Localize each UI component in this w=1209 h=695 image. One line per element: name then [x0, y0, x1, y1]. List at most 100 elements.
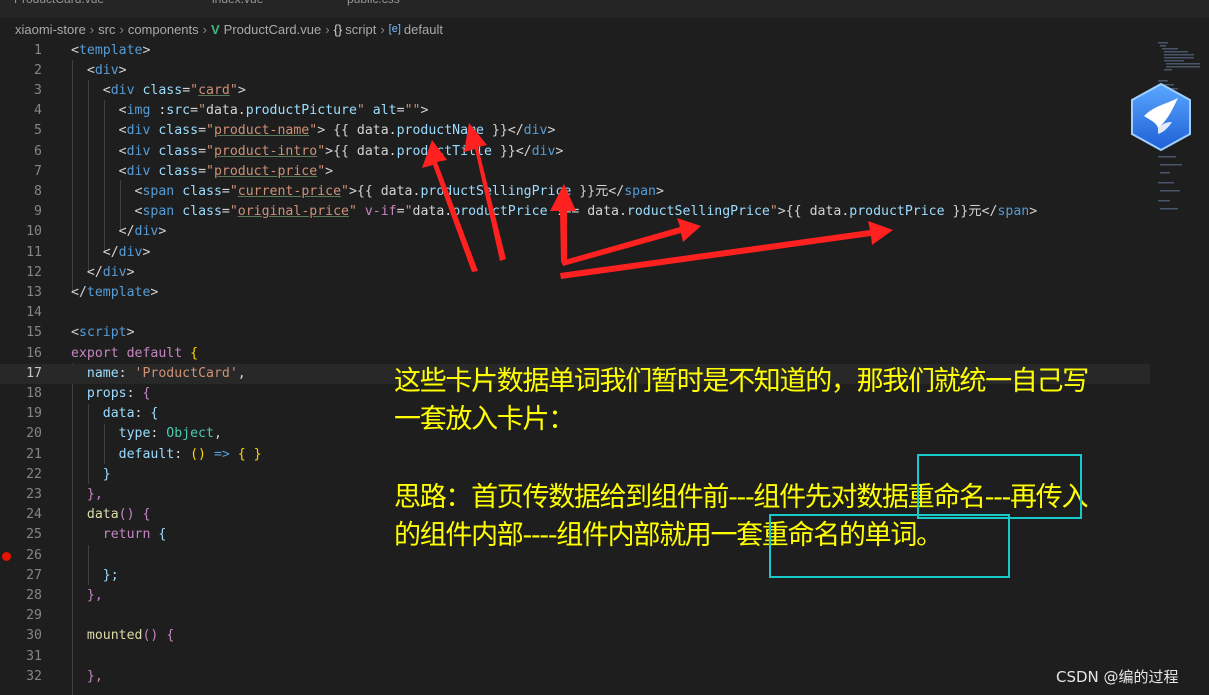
code-text: mounted() { — [71, 626, 174, 646]
line-number: 8 — [34, 183, 42, 199]
code-token: div — [102, 264, 127, 280]
code-line[interactable]: 31 — [0, 647, 1150, 667]
code-token: }, — [86, 587, 103, 603]
highlight-box-rename — [917, 454, 1082, 519]
code-line[interactable]: 7 <div class="product-price"> — [0, 162, 1150, 182]
code-token: > — [237, 82, 246, 98]
code-token: > — [142, 244, 151, 260]
code-token: { — [142, 385, 151, 401]
code-line[interactable]: 32 }, — [0, 667, 1150, 687]
breadcrumb-item-project[interactable]: xiaomi-store — [15, 22, 86, 37]
breadcrumb-item-components[interactable]: components — [128, 22, 199, 37]
code-token: productPrice — [849, 204, 945, 220]
breadcrumb-item-file[interactable]: ProductCard.vue — [224, 22, 322, 37]
code-token: < — [71, 204, 143, 220]
code-token: data. — [380, 183, 421, 199]
code-line[interactable]: 1 <template> — [0, 41, 1150, 61]
line-number: 22 — [26, 466, 42, 482]
code-token: div — [126, 143, 151, 159]
code-token: default — [118, 446, 175, 462]
code-token: div — [94, 62, 119, 78]
breakpoint-icon[interactable] — [2, 551, 11, 561]
bird-logo-icon — [1131, 82, 1191, 152]
code-token: , — [237, 365, 246, 381]
code-token: > {{ — [317, 123, 357, 139]
code-token: script — [78, 325, 127, 341]
code-line[interactable]: 10 </div> — [0, 222, 1150, 242]
line-number: 18 — [26, 385, 42, 401]
code-text: </div> — [71, 243, 151, 263]
line-number: 13 — [26, 284, 42, 300]
code-line[interactable]: 8 <span class="current-price">{{ data.pr… — [0, 182, 1150, 202]
code-line[interactable]: 5 <div class="product-name"> {{ data.pro… — [0, 121, 1150, 141]
code-token: productPrice — [452, 204, 548, 220]
code-text: <span class="current-price">{{ data.prod… — [71, 182, 664, 202]
code-text: </div> — [71, 263, 135, 283]
code-token: : — [134, 406, 151, 422]
code-token: div — [126, 123, 151, 139]
code-line[interactable]: 20 type: Object, — [0, 424, 1150, 444]
code-token: " — [309, 123, 318, 139]
line-number: 9 — [34, 204, 42, 220]
code-line[interactable]: 19 data: { — [0, 404, 1150, 424]
code-line[interactable]: 30 mounted() { — [0, 626, 1150, 646]
code-token: > — [126, 264, 135, 280]
code-token: original-price — [237, 204, 349, 220]
line-number: 2 — [34, 62, 42, 78]
highlight-box-renamed-words — [769, 514, 1010, 578]
code-line[interactable]: 13 </template> — [0, 283, 1150, 303]
code-token: >{{ — [777, 204, 810, 220]
breadcrumb-item-script[interactable]: script — [345, 22, 376, 37]
code-token: " — [317, 143, 326, 159]
code-token: : — [174, 446, 191, 462]
line-number: 5 — [34, 123, 42, 139]
code-line[interactable]: 2 <div> — [0, 61, 1150, 81]
code-text: <div class="product-price"> — [71, 162, 333, 182]
code-token: { — [190, 345, 199, 361]
code-line[interactable]: 15 <script> — [0, 323, 1150, 343]
code-token: " — [229, 183, 238, 199]
code-line[interactable]: 6 <div class="product-intro">{{ data.pro… — [0, 142, 1150, 162]
code-token: class — [158, 123, 199, 139]
breadcrumb-item-default[interactable]: default — [404, 22, 443, 37]
code-token: : — [118, 365, 135, 381]
code-line[interactable]: 28 }, — [0, 586, 1150, 606]
code-token: class — [182, 183, 222, 199]
code-token: { — [142, 507, 151, 523]
code-line[interactable]: 29 — [0, 606, 1150, 626]
code-token: return — [102, 527, 151, 543]
code-line[interactable]: 3 <div class="card"> — [0, 81, 1150, 101]
tab-productcard[interactable]: ProductCard.vue — [14, 0, 104, 10]
code-token: : — [150, 103, 167, 119]
code-text: <template> — [71, 41, 150, 61]
code-token: data — [86, 507, 119, 523]
tab-public-css[interactable]: public.css — [347, 0, 400, 10]
code-line[interactable]: 9 <span class="original-price" v-if="dat… — [0, 202, 1150, 222]
tab-index[interactable]: index.vue — [212, 0, 263, 10]
code-token: " — [356, 103, 365, 119]
code-token: " — [317, 163, 326, 179]
code-token: </ — [71, 264, 103, 280]
code-token: current-price — [237, 183, 342, 199]
code-line[interactable]: 4 <img :src="data.productPicture" alt=""… — [0, 101, 1150, 121]
code-token: = — [182, 82, 191, 98]
code-line[interactable]: 14 — [0, 303, 1150, 323]
code-token: = — [396, 103, 405, 119]
breadcrumb-item-src[interactable]: src — [98, 22, 115, 37]
code-token: card — [198, 82, 230, 98]
code-line[interactable]: 12 </div> — [0, 263, 1150, 283]
code-line[interactable]: 11 </div> — [0, 243, 1150, 263]
code-token: { } — [237, 446, 262, 462]
code-token: }}元</ — [571, 183, 625, 199]
code-token: > — [420, 103, 429, 119]
vue-file-icon: V — [211, 21, 220, 37]
line-number: 30 — [26, 628, 42, 644]
code-token: }, — [86, 668, 103, 684]
